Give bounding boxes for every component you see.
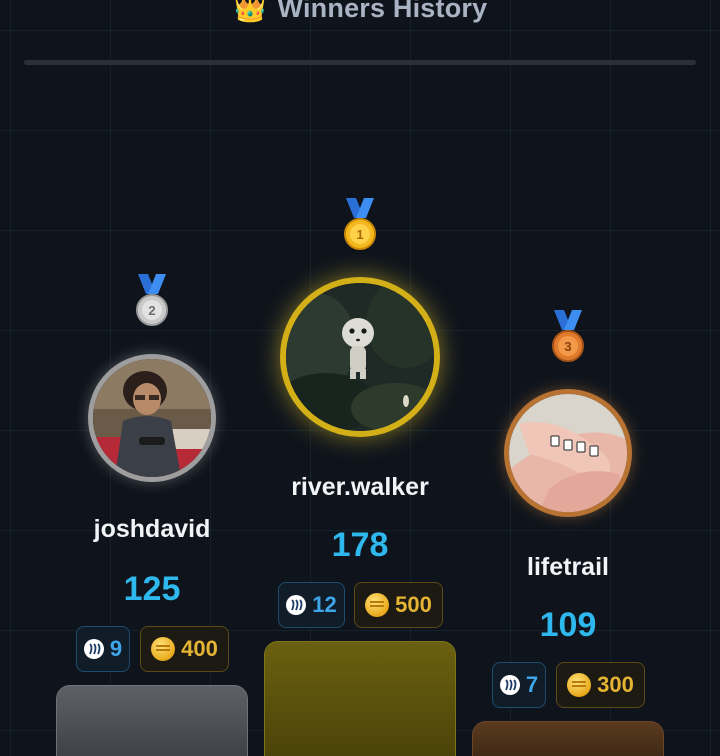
winner-name[interactable]: joshdavid — [32, 515, 272, 544]
avatar-lifetrail[interactable] — [504, 389, 632, 517]
steem-count: 7 — [525, 672, 539, 697]
bronze-medal-icon: 3 — [552, 310, 584, 362]
coin-badge: 400 — [140, 626, 229, 672]
coin-icon — [151, 637, 176, 661]
svg-text:1: 1 — [356, 227, 363, 242]
header: 👑 Winners History — [0, 0, 720, 28]
coin-icon — [365, 593, 390, 617]
svg-text:3: 3 — [564, 339, 571, 354]
gold-medal-icon: 1 — [344, 198, 376, 250]
steem-badge: 7 — [492, 662, 546, 708]
avatar-image — [93, 359, 211, 477]
avatar-image — [509, 394, 627, 512]
steem-icon — [286, 595, 307, 615]
podium-block-third — [472, 721, 664, 756]
coin-badge: 500 — [354, 582, 443, 628]
podium-block-first — [264, 641, 456, 756]
steem-count: 12 — [312, 592, 337, 617]
svg-text:2: 2 — [148, 303, 155, 318]
steem-icon — [83, 639, 104, 659]
winner-score: 109 — [539, 606, 597, 644]
avatar-image — [286, 283, 434, 431]
steem-badge: 12 — [278, 582, 345, 628]
avatar-river-walker[interactable] — [280, 277, 440, 437]
coin-badge: 300 — [556, 662, 645, 708]
podium-block-second — [56, 685, 248, 756]
coin-count: 300 — [597, 672, 634, 697]
steem-badge: 9 — [76, 626, 130, 672]
crown-icon: 👑 — [232, 0, 268, 23]
coin-icon — [567, 673, 592, 697]
divider — [24, 60, 696, 65]
page-title: Winners History — [277, 0, 488, 23]
silver-medal-icon: 2 — [136, 274, 168, 326]
coin-count: 400 — [181, 636, 218, 661]
coin-count: 500 — [395, 592, 432, 617]
steem-count: 9 — [109, 636, 123, 661]
winner-score: 125 — [123, 570, 181, 608]
winner-score: 178 — [331, 526, 389, 564]
avatar-joshdavid[interactable] — [88, 354, 216, 482]
steem-icon — [499, 675, 520, 695]
winner-name[interactable]: river.walker — [240, 473, 480, 502]
winner-name[interactable]: lifetrail — [448, 553, 688, 582]
